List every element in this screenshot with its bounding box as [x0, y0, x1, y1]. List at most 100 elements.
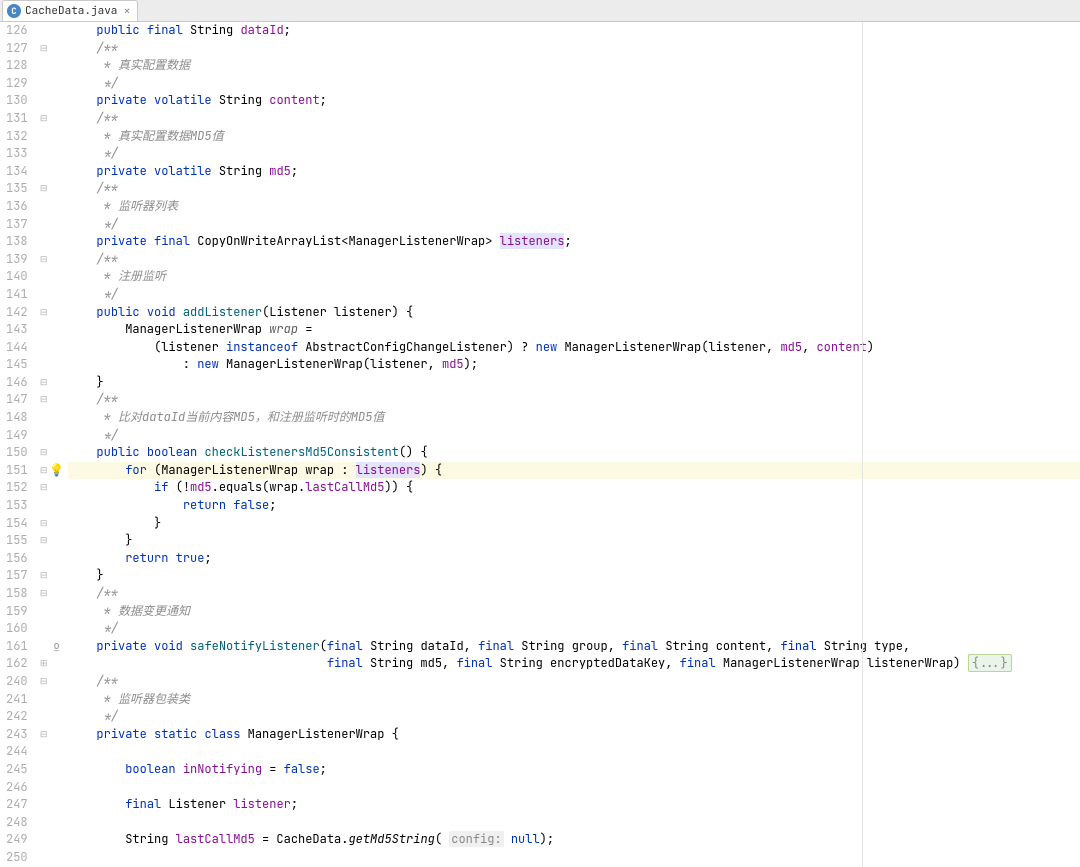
line-number[interactable]: 241 [6, 691, 28, 709]
code-line[interactable]: for (ManagerListenerWrap wrap : listener… [68, 462, 1080, 480]
fold-column[interactable]: ⊟⊟⊟⊟⊟⊟⊟⊟⊟⊟⊟⊟⊟⊟⊞⊟⊟ [38, 22, 50, 867]
code-line[interactable]: return true; [68, 550, 1080, 568]
code-line[interactable]: * 数据变更通知 [68, 603, 1080, 621]
line-number[interactable]: 155 [6, 532, 28, 550]
code-line[interactable] [68, 814, 1080, 832]
line-number[interactable]: 147 [6, 391, 28, 409]
line-number[interactable]: 162 [6, 655, 28, 673]
line-number[interactable]: 136 [6, 198, 28, 216]
line-number-gutter[interactable]: 1261271281291301311321331341351361371381… [0, 22, 38, 867]
code-line[interactable]: boolean inNotifying = false; [68, 761, 1080, 779]
line-number[interactable]: 150 [6, 444, 28, 462]
code-line[interactable]: /** [68, 391, 1080, 409]
fold-toggle-icon[interactable]: ⊟ [38, 40, 50, 58]
line-number[interactable]: 138 [6, 233, 28, 251]
fold-toggle-icon[interactable]: ⊟ [38, 374, 50, 392]
line-number[interactable]: 145 [6, 356, 28, 374]
code-line[interactable]: */ [68, 620, 1080, 638]
fold-toggle-icon[interactable]: ⊟ [38, 567, 50, 585]
line-number[interactable]: 159 [6, 603, 28, 621]
fold-toggle-icon[interactable]: ⊟ [38, 515, 50, 533]
close-icon[interactable]: × [123, 3, 130, 19]
line-number[interactable]: 130 [6, 92, 28, 110]
code-line[interactable]: final String md5, final String encrypted… [68, 655, 1080, 673]
line-number[interactable]: 135 [6, 180, 28, 198]
code-line[interactable]: private void safeNotifyListener(final St… [68, 638, 1080, 656]
editor-area[interactable]: 1261271281291301311321331341351361371381… [0, 22, 1080, 867]
code-line[interactable]: if (!md5.equals(wrap.lastCallMd5)) { [68, 479, 1080, 497]
code-line[interactable]: * 真实配置数据MD5值 [68, 128, 1080, 146]
line-number[interactable]: 144 [6, 339, 28, 357]
fold-toggle-icon[interactable]: ⊟ [38, 110, 50, 128]
line-number[interactable]: 157 [6, 567, 28, 585]
code-line[interactable]: * 真实配置数据 [68, 57, 1080, 75]
fold-toggle-icon[interactable]: ⊟ [38, 462, 50, 480]
line-number[interactable]: 128 [6, 57, 28, 75]
code-content[interactable]: public final String dataId; /** * 真实配置数据… [64, 22, 1080, 867]
line-number[interactable]: 149 [6, 427, 28, 445]
override-gutter-icon[interactable]: O̲ [54, 638, 59, 656]
code-line[interactable]: private static class ManagerListenerWrap… [68, 726, 1080, 744]
line-number[interactable]: 156 [6, 550, 28, 568]
line-number[interactable]: 152 [6, 479, 28, 497]
line-number[interactable]: 134 [6, 163, 28, 181]
code-line[interactable]: } [68, 567, 1080, 585]
code-line[interactable]: private volatile String content; [68, 92, 1080, 110]
code-line[interactable]: * 监听器列表 [68, 198, 1080, 216]
fold-toggle-icon[interactable]: ⊟ [38, 444, 50, 462]
fold-toggle-icon[interactable]: ⊟ [38, 726, 50, 744]
line-number[interactable]: 139 [6, 251, 28, 269]
line-number[interactable]: 148 [6, 409, 28, 427]
code-line[interactable]: */ [68, 216, 1080, 234]
line-number[interactable]: 131 [6, 110, 28, 128]
fold-toggle-icon[interactable]: ⊟ [38, 585, 50, 603]
code-line[interactable] [68, 743, 1080, 761]
code-line[interactable]: public void addListener(Listener listene… [68, 304, 1080, 322]
line-number[interactable]: 137 [6, 216, 28, 234]
code-line[interactable] [68, 779, 1080, 797]
line-number[interactable]: 246 [6, 779, 28, 797]
line-number[interactable]: 129 [6, 75, 28, 93]
line-number[interactable]: 154 [6, 515, 28, 533]
fold-toggle-icon[interactable]: ⊟ [38, 391, 50, 409]
line-number[interactable]: 127 [6, 40, 28, 58]
code-line[interactable]: * 注册监听 [68, 268, 1080, 286]
intention-bulb-icon[interactable]: 💡 [49, 462, 64, 480]
code-line[interactable]: */ [68, 145, 1080, 163]
line-number[interactable]: 133 [6, 145, 28, 163]
code-line[interactable]: /** [68, 251, 1080, 269]
line-number[interactable]: 240 [6, 673, 28, 691]
code-line[interactable]: /** [68, 110, 1080, 128]
line-number[interactable]: 244 [6, 743, 28, 761]
line-number[interactable]: 142 [6, 304, 28, 322]
fold-toggle-icon[interactable]: ⊟ [38, 304, 50, 322]
code-line[interactable]: : new ManagerListenerWrap(listener, md5)… [68, 356, 1080, 374]
fold-toggle-icon[interactable]: ⊟ [38, 673, 50, 691]
code-line[interactable]: return false; [68, 497, 1080, 515]
line-number[interactable]: 132 [6, 128, 28, 146]
code-line[interactable]: /** [68, 40, 1080, 58]
line-number[interactable]: 245 [6, 761, 28, 779]
code-line[interactable]: String lastCallMd5 = CacheData.getMd5Str… [68, 831, 1080, 849]
line-number[interactable]: 141 [6, 286, 28, 304]
code-line[interactable]: } [68, 374, 1080, 392]
line-number[interactable]: 248 [6, 814, 28, 832]
code-line[interactable]: */ [68, 75, 1080, 93]
line-number[interactable]: 160 [6, 620, 28, 638]
fold-toggle-icon[interactable]: ⊟ [38, 251, 50, 269]
line-number[interactable]: 140 [6, 268, 28, 286]
code-line[interactable]: */ [68, 427, 1080, 445]
line-number[interactable]: 249 [6, 831, 28, 849]
file-tab[interactable]: C CacheData.java × [2, 0, 138, 21]
fold-toggle-icon[interactable]: ⊟ [38, 180, 50, 198]
code-line[interactable]: } [68, 515, 1080, 533]
code-line[interactable]: /** [68, 585, 1080, 603]
fold-toggle-icon[interactable]: ⊞ [38, 655, 50, 673]
line-number[interactable]: 247 [6, 796, 28, 814]
code-line[interactable]: final Listener listener; [68, 796, 1080, 814]
code-line[interactable]: */ [68, 708, 1080, 726]
fold-toggle-icon[interactable]: ⊟ [38, 532, 50, 550]
code-line[interactable]: private final CopyOnWriteArrayList<Manag… [68, 233, 1080, 251]
code-line[interactable]: */ [68, 286, 1080, 304]
line-number[interactable]: 158 [6, 585, 28, 603]
